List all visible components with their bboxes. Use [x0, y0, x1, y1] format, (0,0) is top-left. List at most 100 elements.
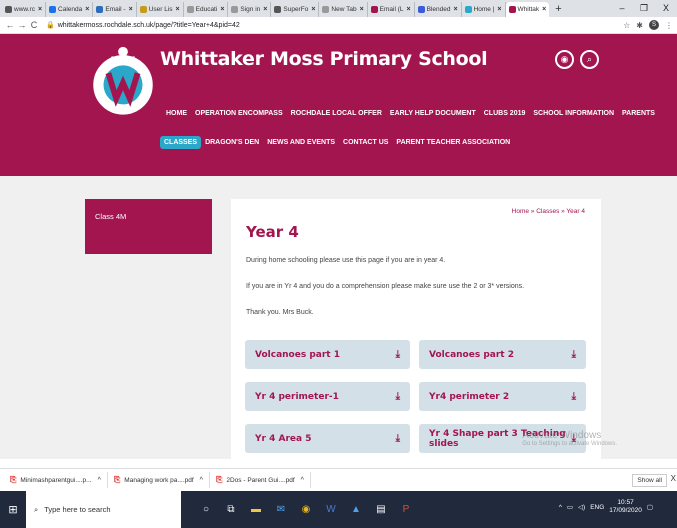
file-explorer-icon[interactable]: ▬ [245, 499, 267, 521]
download-shelf-item[interactable]: ⎘ Minimashparentgui....p... ^ [4, 472, 108, 488]
download-item[interactable]: Volcanoes part 1 ⤓ [245, 340, 410, 369]
close-window-button[interactable]: X [655, 0, 677, 17]
browser-tab[interactable]: SuperFo × [271, 2, 320, 17]
tab-close-icon[interactable]: × [542, 6, 546, 13]
reload-icon[interactable]: C [28, 20, 40, 30]
profile-avatar[interactable]: S [649, 20, 659, 30]
show-all-button[interactable]: Show all [632, 474, 667, 487]
nav-item-home[interactable]: HOME [162, 107, 191, 120]
browser-tab[interactable]: Educati × [184, 2, 229, 17]
sway-icon[interactable]: ▤ [370, 499, 392, 521]
nav-item-classes[interactable]: CLASSES [160, 136, 202, 149]
tab-label: Whittak [517, 6, 540, 13]
browser-tab[interactable]: User Lis × [137, 2, 184, 17]
nav-item-clubs-2019[interactable]: CLUBS 2019 [480, 107, 530, 120]
tab-close-icon[interactable]: × [453, 6, 457, 13]
chevron-up-icon[interactable]: ^ [98, 477, 101, 484]
browser-tab[interactable]: Home | × [462, 2, 506, 17]
minimize-button[interactable]: – [611, 0, 633, 17]
browser-tab[interactable]: Sign in × [228, 2, 272, 17]
tab-close-icon[interactable]: × [497, 6, 501, 13]
browser-tab[interactable]: Email (L × [368, 2, 415, 17]
browser-tab[interactable]: New Tab × [319, 2, 368, 17]
download-label: Volcanoes part 2 [429, 349, 514, 360]
watermark-sub: Go to Settings to activate Windows. [522, 441, 617, 447]
tab-close-icon[interactable]: × [311, 6, 315, 13]
cortana-icon[interactable]: ○ [195, 499, 217, 521]
download-item[interactable]: Volcanoes part 2 ⤓ [419, 340, 586, 369]
nav-item-news-and-events[interactable]: NEWS AND EVENTS [263, 136, 339, 149]
chevron-up-icon[interactable]: ^ [301, 477, 304, 484]
nav-item-early-help-document[interactable]: EARLY HELP DOCUMENT [386, 107, 480, 120]
tab-favicon-icon [5, 6, 12, 13]
powerpoint-icon[interactable]: P [395, 499, 417, 521]
tab-label: New Tab [331, 6, 357, 13]
breadcrumb[interactable]: Home » Classes » Year 4 [512, 208, 585, 215]
search-icon[interactable]: ⌕ [580, 50, 599, 69]
download-item[interactable]: Yr 4 perimeter-1 ⤓ [245, 382, 410, 411]
network-icon[interactable]: ▭ [567, 503, 573, 511]
forward-arrow-icon[interactable]: → [16, 20, 28, 30]
word-icon[interactable]: W [320, 499, 342, 521]
download-icon[interactable]: ⤓ [396, 391, 400, 402]
url-field[interactable]: whittakermoss.rochdale.sch.uk/page/?titl… [58, 22, 623, 29]
tab-close-icon[interactable]: × [38, 6, 42, 13]
page-content: Class 4M Home » Classes » Year 4 Year 4 … [0, 176, 677, 459]
nav-item-contact-us[interactable]: CONTACT US [339, 136, 392, 149]
windows-start-icon[interactable]: ⊞ [0, 503, 26, 516]
tab-close-icon[interactable]: × [129, 6, 133, 13]
lock-icon[interactable]: 🔒 [46, 21, 55, 29]
chrome-icon[interactable]: ◉ [295, 499, 317, 521]
download-shelf-item[interactable]: ⎘ Managing work pa....pdf ^ [108, 472, 210, 488]
language-indicator[interactable]: ENG [590, 504, 604, 511]
nav-item-dragon-s-den[interactable]: DRAGON'S DEN [201, 136, 263, 149]
tab-favicon-icon [322, 6, 330, 13]
chevron-up-icon[interactable]: ^ [200, 477, 203, 484]
extensions-icon[interactable]: ✱ [636, 21, 643, 30]
tab-label: SuperFo [283, 6, 309, 13]
back-arrow-icon[interactable]: ← [4, 20, 16, 30]
taskbar-apps: ○ ⧉ ▬ ✉ ◉ W ▲ ▤ P [195, 499, 417, 521]
download-item[interactable]: Yr4 perimeter 2 ⤓ [419, 382, 586, 411]
school-logo[interactable] [84, 40, 162, 118]
browser-tab[interactable]: Whittak × [505, 2, 550, 17]
nav-item-parents[interactable]: PARENTS [618, 107, 659, 120]
clock-date: 17/09/2020 [609, 507, 642, 514]
new-tab-button[interactable]: + [549, 2, 567, 17]
nav-item-parent-teacher-association[interactable]: PARENT TEACHER ASSOCIATION [392, 136, 514, 149]
taskbar-search[interactable]: ⌕ Type here to search [26, 491, 181, 528]
site-title[interactable]: Whittaker Moss Primary School [160, 48, 488, 70]
tab-close-icon[interactable]: × [176, 6, 180, 13]
task-view-icon[interactable]: ⧉ [220, 499, 242, 521]
browser-tab[interactable]: Calenda × [46, 2, 94, 17]
download-icon[interactable]: ⤓ [396, 349, 400, 360]
close-shelf-icon[interactable]: X [671, 474, 676, 483]
photos-icon[interactable]: ▲ [345, 499, 367, 521]
download-shelf-item[interactable]: ⎘ 2Dos - Parent Gui....pdf ^ [210, 472, 311, 488]
download-icon[interactable]: ⤓ [396, 433, 400, 444]
notifications-icon[interactable]: ▢ [647, 503, 653, 511]
tray-chevron-icon[interactable]: ^ [559, 504, 562, 511]
mail-icon[interactable]: ✉ [270, 499, 292, 521]
tab-close-icon[interactable]: × [220, 6, 224, 13]
tab-close-icon[interactable]: × [263, 6, 267, 13]
sidebar-item-class-4m[interactable]: Class 4M [85, 199, 212, 254]
nav-item-rochdale-local-offer[interactable]: ROCHDALE LOCAL OFFER [287, 107, 386, 120]
nav-item-operation-encompass[interactable]: OPERATION ENCOMPASS [191, 107, 287, 120]
menu-dots-icon[interactable]: ⋮ [665, 21, 673, 30]
tab-close-icon[interactable]: × [360, 6, 364, 13]
browser-tab[interactable]: Email - × [93, 2, 137, 17]
bookmark-star-icon[interactable]: ☆ [623, 21, 630, 30]
browser-tab[interactable]: Blended × [415, 2, 462, 17]
download-icon[interactable]: ⤓ [572, 349, 576, 360]
nav-item-school-information[interactable]: SCHOOL INFORMATION [529, 107, 618, 120]
download-icon[interactable]: ⤓ [572, 391, 576, 402]
translate-icon[interactable]: ◉ [555, 50, 574, 69]
volume-icon[interactable]: ◁) [578, 503, 585, 511]
tab-close-icon[interactable]: × [407, 6, 411, 13]
tab-close-icon[interactable]: × [85, 6, 89, 13]
clock[interactable]: 10:57 17/09/2020 [609, 499, 642, 515]
download-item[interactable]: Yr 4 Area 5 ⤓ [245, 424, 410, 453]
browser-tab[interactable]: www.rc × [2, 2, 47, 17]
maximize-button[interactable]: ❐ [633, 0, 655, 17]
